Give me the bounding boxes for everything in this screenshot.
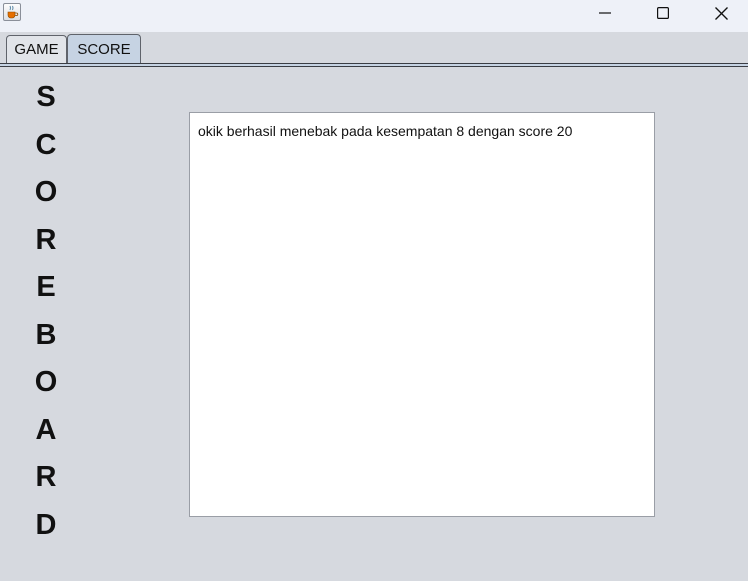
tab-divider [0,63,748,67]
close-button[interactable] [698,0,744,32]
tab-strip: GAME SCORE [0,32,748,68]
title-bar[interactable] [0,0,748,32]
title-letter: O [34,176,58,208]
title-letter: R [35,461,57,493]
minimize-icon [599,12,611,14]
title-letter: O [34,366,58,398]
title-letter: E [36,271,56,303]
scoreboard-title: S C O R E B O A R D [26,78,66,553]
java-cup-icon[interactable] [3,3,21,21]
maximize-button[interactable] [640,0,686,32]
title-letter: A [35,413,57,446]
score-entry: okik berhasil menebak pada kesempatan 8 … [198,123,573,139]
score-text-area[interactable]: okik berhasil menebak pada kesempatan 8 … [189,112,655,517]
title-letter: S [36,81,56,113]
title-letter: C [35,128,57,161]
close-icon [715,7,728,20]
tab-score[interactable]: SCORE [67,34,141,64]
title-letter: D [35,508,57,541]
title-letter: R [35,223,57,256]
app-window: GAME SCORE S C O R E B O A R D okik berh… [0,0,748,581]
tab-game[interactable]: GAME [6,35,67,63]
maximize-icon [657,7,669,19]
minimize-button[interactable] [582,0,628,32]
title-letter: B [35,318,57,351]
